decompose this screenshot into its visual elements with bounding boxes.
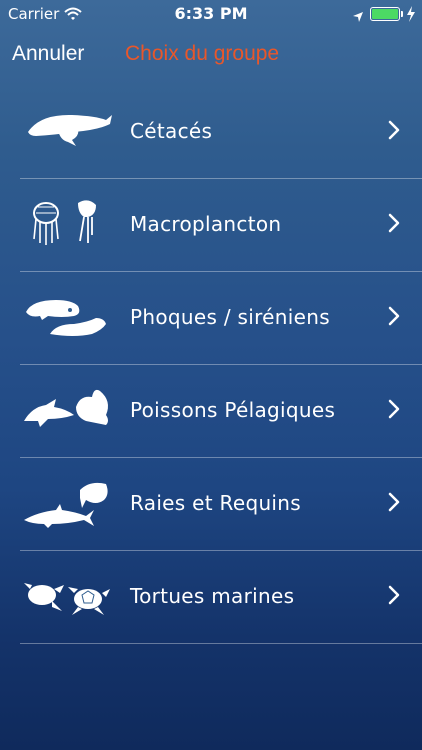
group-list: Cétacés Macroplancton Phoques / sirénien… [20,86,422,644]
group-item-macroplancton[interactable]: Macroplancton [20,179,422,272]
status-bar: Carrier 6:33 PM [0,0,422,30]
group-item-tortues[interactable]: Tortues marines [20,551,422,644]
battery-tip [401,11,403,17]
chevron-right-icon [388,492,400,516]
turtle-icon [22,567,114,627]
group-item-cetaces[interactable]: Cétacés [20,86,422,179]
group-label: Tortues marines [130,584,295,608]
chevron-right-icon [388,120,400,144]
chevron-right-icon [388,213,400,237]
location-arrow-icon [352,8,364,27]
chevron-right-icon [388,399,400,423]
group-label: Phoques / siréniens [130,305,330,329]
jellyfish-icon [22,195,114,255]
chevron-right-icon [388,306,400,330]
battery-icon [370,7,400,21]
group-label: Poissons Pélagiques [130,398,336,422]
group-item-raies-requins[interactable]: Raies et Requins [20,458,422,551]
group-label: Cétacés [130,119,213,143]
fish-icon [22,381,114,441]
shark-ray-icon [22,474,114,534]
charging-bolt-icon [406,6,416,26]
seal-icon [22,288,114,348]
group-label: Raies et Requins [130,491,301,515]
group-item-poissons[interactable]: Poissons Pélagiques [20,365,422,458]
page-title: Choix du groupe [125,42,280,65]
group-item-phoques[interactable]: Phoques / siréniens [20,272,422,365]
cancel-button[interactable]: Annuler [12,42,84,66]
chevron-right-icon [388,585,400,609]
whale-icon [22,102,114,162]
group-label: Macroplancton [130,212,282,236]
